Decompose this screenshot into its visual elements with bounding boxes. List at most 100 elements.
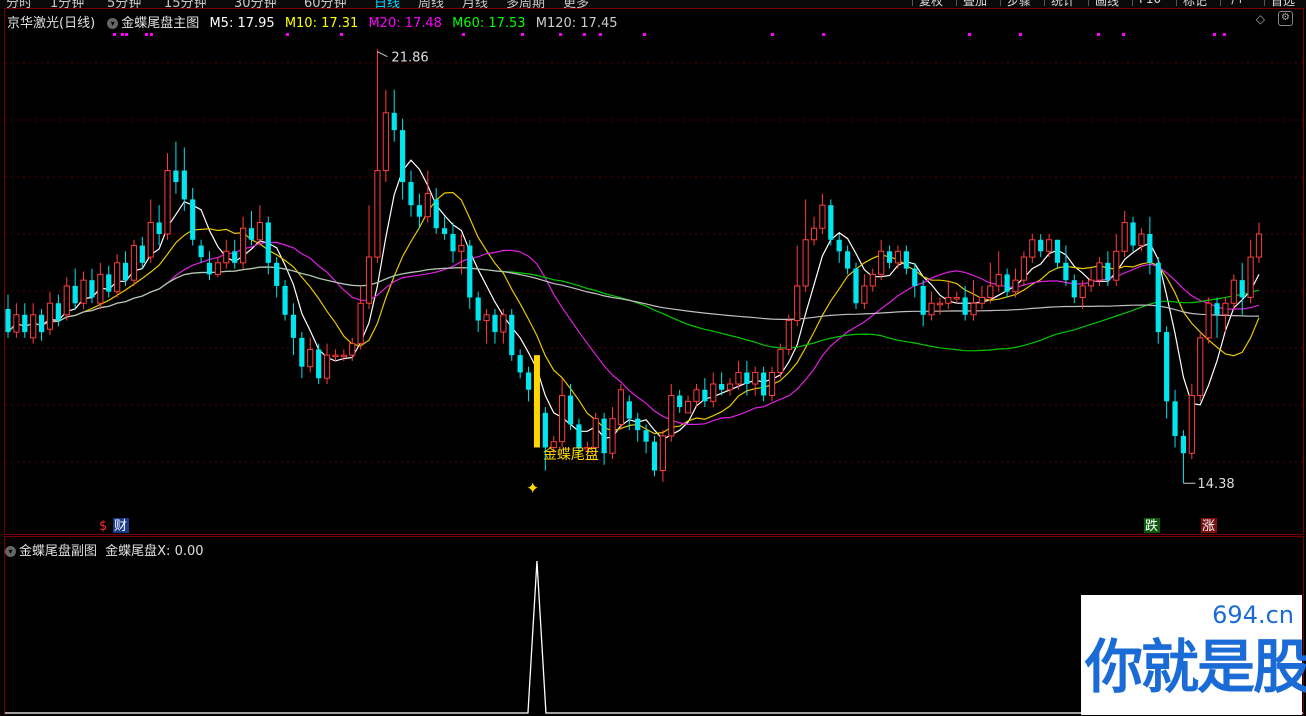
sub-indicator-name[interactable]: 金蝶尾盘副图 — [19, 544, 97, 559]
candle-body-135 — [1138, 233, 1145, 247]
candle-body-46 — [391, 112, 397, 131]
signal-marker-6 — [340, 33, 343, 36]
candle-body-115 — [970, 302, 977, 316]
candle-44 — [374, 49, 381, 263]
candle-body-136 — [1147, 234, 1153, 263]
main-chart-panel[interactable]: 21.86 14.38 金蝶尾盘 ✦ $ 财 跌 涨 京华激光(日线) ▾ 金蝶尾盘主图 M5:… — [4, 8, 1304, 535]
diamond-icon[interactable]: ◇ — [1256, 12, 1265, 26]
toolbar-button-3[interactable]: 统计 — [1044, 0, 1081, 8]
signal-marker-19 — [1213, 33, 1216, 36]
candle-137 — [1155, 257, 1161, 344]
candle-146 — [1230, 274, 1237, 309]
candle-79 — [668, 384, 675, 442]
toolbar-button-6[interactable]: 标记 — [1176, 0, 1213, 8]
toolbar-button-5[interactable]: F10 — [1132, 0, 1167, 6]
candle-26 — [223, 239, 230, 269]
candle-133 — [1121, 210, 1128, 258]
candle-body-48 — [408, 182, 414, 206]
sub-header: ▾ 金蝶尾盘副图 金蝶尾盘X: 0.00 — [5, 540, 204, 559]
candle-body-92 — [777, 348, 784, 373]
candle-124 — [1045, 234, 1053, 258]
candle-body-15 — [130, 245, 138, 281]
candle-139 — [1172, 389, 1178, 448]
candle-body-13 — [114, 262, 121, 293]
candle-140 — [1180, 430, 1187, 484]
candle-129 — [1087, 268, 1095, 292]
period-tab-6[interactable]: 日线 — [374, 0, 400, 8]
period-tab-7[interactable]: 周线 — [418, 0, 444, 8]
candlestick-chart[interactable]: 21.86 14.38 金蝶尾盘✦ $ 财 跌 涨 — [5, 9, 1303, 534]
indicator-dropdown-icon[interactable]: ▾ — [107, 18, 119, 29]
ma5-line — [7, 159, 1260, 441]
ma20-line — [7, 241, 1260, 425]
candle-132 — [1113, 234, 1120, 286]
candle-body-14 — [122, 262, 129, 281]
candle-125 — [1054, 239, 1061, 269]
toolbar-button-8[interactable]: 首选 — [1264, 0, 1301, 8]
candle-58 — [492, 309, 498, 344]
toolbar-button-7[interactable]: -/+ — [1220, 0, 1251, 6]
candle-body-148 — [1247, 256, 1254, 298]
candle-body-94 — [794, 285, 801, 322]
period-tab-4[interactable]: 30分钟 — [234, 0, 277, 8]
candle-body-144 — [1214, 303, 1220, 315]
period-tab-9[interactable]: 多周期 — [506, 0, 545, 8]
period-tab-8[interactable]: 月线 — [462, 0, 488, 8]
candle-body-52 — [441, 228, 448, 234]
candle-body-9 — [80, 279, 87, 304]
candle-body-24 — [206, 262, 213, 275]
candle-body-8 — [72, 285, 78, 304]
candle-body-125 — [1054, 239, 1061, 263]
candle-body-99 — [836, 239, 842, 252]
ma10-label: M10: 17.31 — [284, 16, 359, 31]
ma60-line — [7, 266, 1260, 352]
candle-7 — [63, 277, 70, 321]
signal-label: 金蝶尾盘 — [543, 446, 599, 463]
candle-8 — [72, 268, 78, 309]
candle-126 — [1063, 245, 1069, 286]
period-tab-10[interactable]: 更多 — [563, 0, 589, 8]
candle-54 — [458, 234, 465, 275]
period-tab-3[interactable]: 15分钟 — [164, 0, 207, 8]
candle-45 — [382, 89, 389, 183]
toolbar-button-2[interactable]: 步骤 — [1000, 0, 1037, 8]
candle-body-2 — [22, 314, 28, 333]
toolbar-button-4[interactable]: 画线 — [1088, 0, 1125, 8]
sub-dropdown-icon[interactable]: ▾ — [5, 546, 16, 557]
candle-body-53 — [450, 234, 456, 252]
watermark-domain: 694.cn — [1212, 601, 1294, 629]
candle-body-78 — [659, 435, 666, 472]
candle-body-32 — [274, 262, 280, 286]
candle-body-61 — [517, 355, 523, 373]
candle-body-27 — [232, 251, 238, 263]
candle-body-101 — [853, 268, 859, 304]
period-tab-5[interactable]: 60分钟 — [304, 0, 347, 8]
candle-body-104 — [878, 250, 885, 275]
signal-marker-3 — [145, 33, 148, 36]
indicator-name[interactable]: 金蝶尾盘主图 — [121, 16, 199, 31]
period-tab-0[interactable]: 分时 — [6, 0, 32, 8]
period-tab-1[interactable]: 1分钟 — [50, 0, 84, 8]
settings-icon[interactable]: ⚙ — [1278, 11, 1293, 26]
candle-113 — [953, 291, 960, 304]
candle-2 — [22, 303, 28, 338]
high-label: 21.86 — [391, 51, 428, 66]
candle-1 — [13, 303, 20, 338]
candle-body-62 — [525, 372, 532, 390]
candle-body-26 — [223, 250, 230, 264]
candle-105 — [886, 245, 893, 269]
candle-body-95 — [802, 239, 809, 287]
candle-38 — [323, 343, 331, 384]
high-arrow — [377, 51, 388, 58]
candle-30 — [256, 205, 263, 246]
candle-body-149 — [1255, 233, 1263, 258]
candle-12 — [106, 265, 112, 298]
toolbar-button-1[interactable]: 叠加 — [956, 0, 993, 8]
candle-116 — [978, 285, 986, 309]
candle-body-60 — [509, 314, 515, 356]
candle-47 — [400, 118, 406, 200]
candle-body-122 — [1029, 239, 1036, 258]
down-icon: 跌 — [1145, 518, 1158, 534]
period-tab-2[interactable]: 5分钟 — [107, 0, 141, 8]
toolbar-button-0[interactable]: 复权 — [912, 0, 949, 8]
